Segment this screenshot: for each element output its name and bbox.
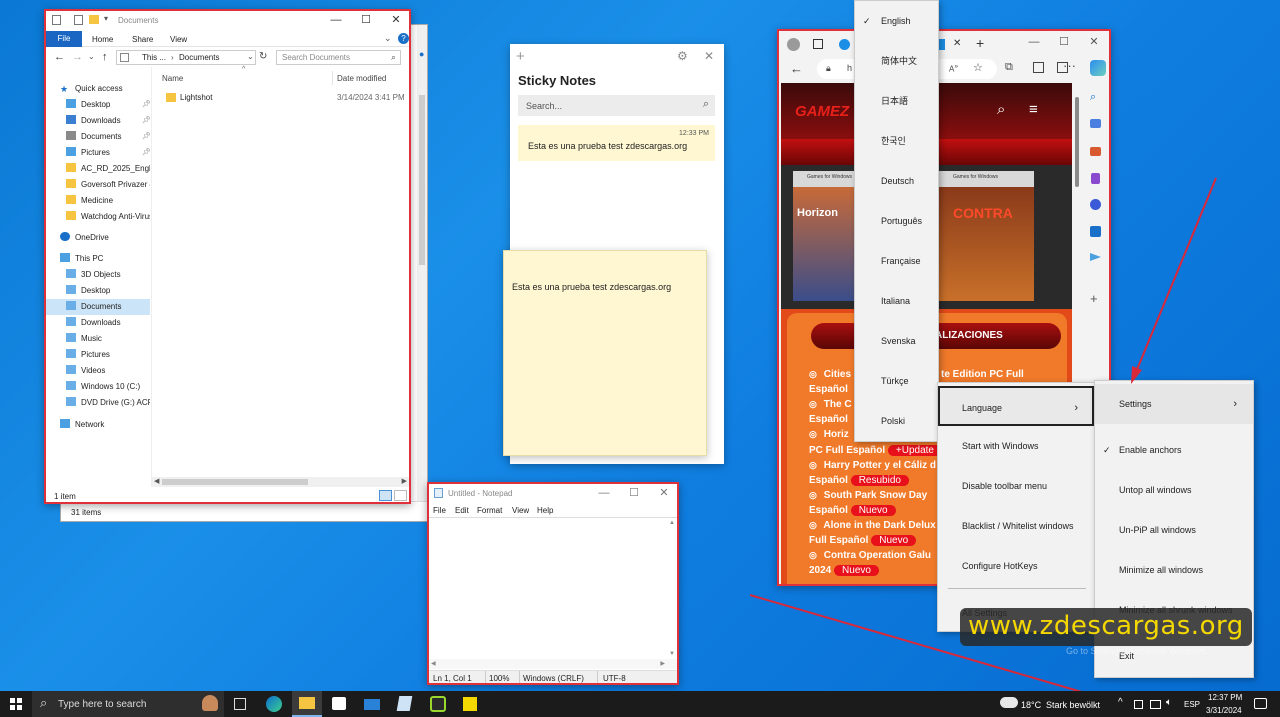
- start-windows-icon[interactable]: [10, 698, 22, 710]
- clock-date[interactable]: 3/31/2024: [1206, 706, 1242, 715]
- notepad-taskbar-icon[interactable]: [396, 696, 413, 711]
- activate-windows-text: Go to Settings to activate Windows.: [1066, 646, 1209, 656]
- clock-time[interactable]: 12:37 PM: [1208, 693, 1242, 702]
- taskbar-search[interactable]: ⌕ Type here to search: [32, 691, 224, 717]
- watermark: www.zdescargas.org: [960, 608, 1252, 646]
- app-taskbar-icon[interactable]: [430, 696, 446, 712]
- store-taskbar-icon[interactable]: [332, 697, 346, 710]
- taskbar-search-input[interactable]: Type here to search: [58, 699, 146, 710]
- task-view-icon[interactable]: [234, 698, 246, 710]
- volume-icon[interactable]: 🔈︎: [1166, 697, 1172, 708]
- search-icon: ⌕: [40, 695, 48, 710]
- sticky-notes-taskbar-icon[interactable]: [463, 697, 477, 711]
- weather-temp[interactable]: 18°C: [1021, 700, 1041, 710]
- notification-icon[interactable]: [1254, 698, 1267, 709]
- tray-app-icon[interactable]: [1134, 700, 1143, 709]
- weather-text[interactable]: Stark bewölkt: [1046, 700, 1100, 710]
- tray-chevron-up-icon[interactable]: ^: [1118, 697, 1123, 708]
- explorer-taskbar-icon[interactable]: [292, 691, 322, 717]
- weather-cloud-icon: [1000, 697, 1018, 708]
- search-highlight-icon: [202, 695, 218, 711]
- network-icon[interactable]: [1150, 700, 1161, 709]
- edge-taskbar-icon[interactable]: [266, 696, 282, 712]
- mail-taskbar-icon[interactable]: [364, 699, 380, 710]
- input-language[interactable]: ESP: [1184, 700, 1200, 709]
